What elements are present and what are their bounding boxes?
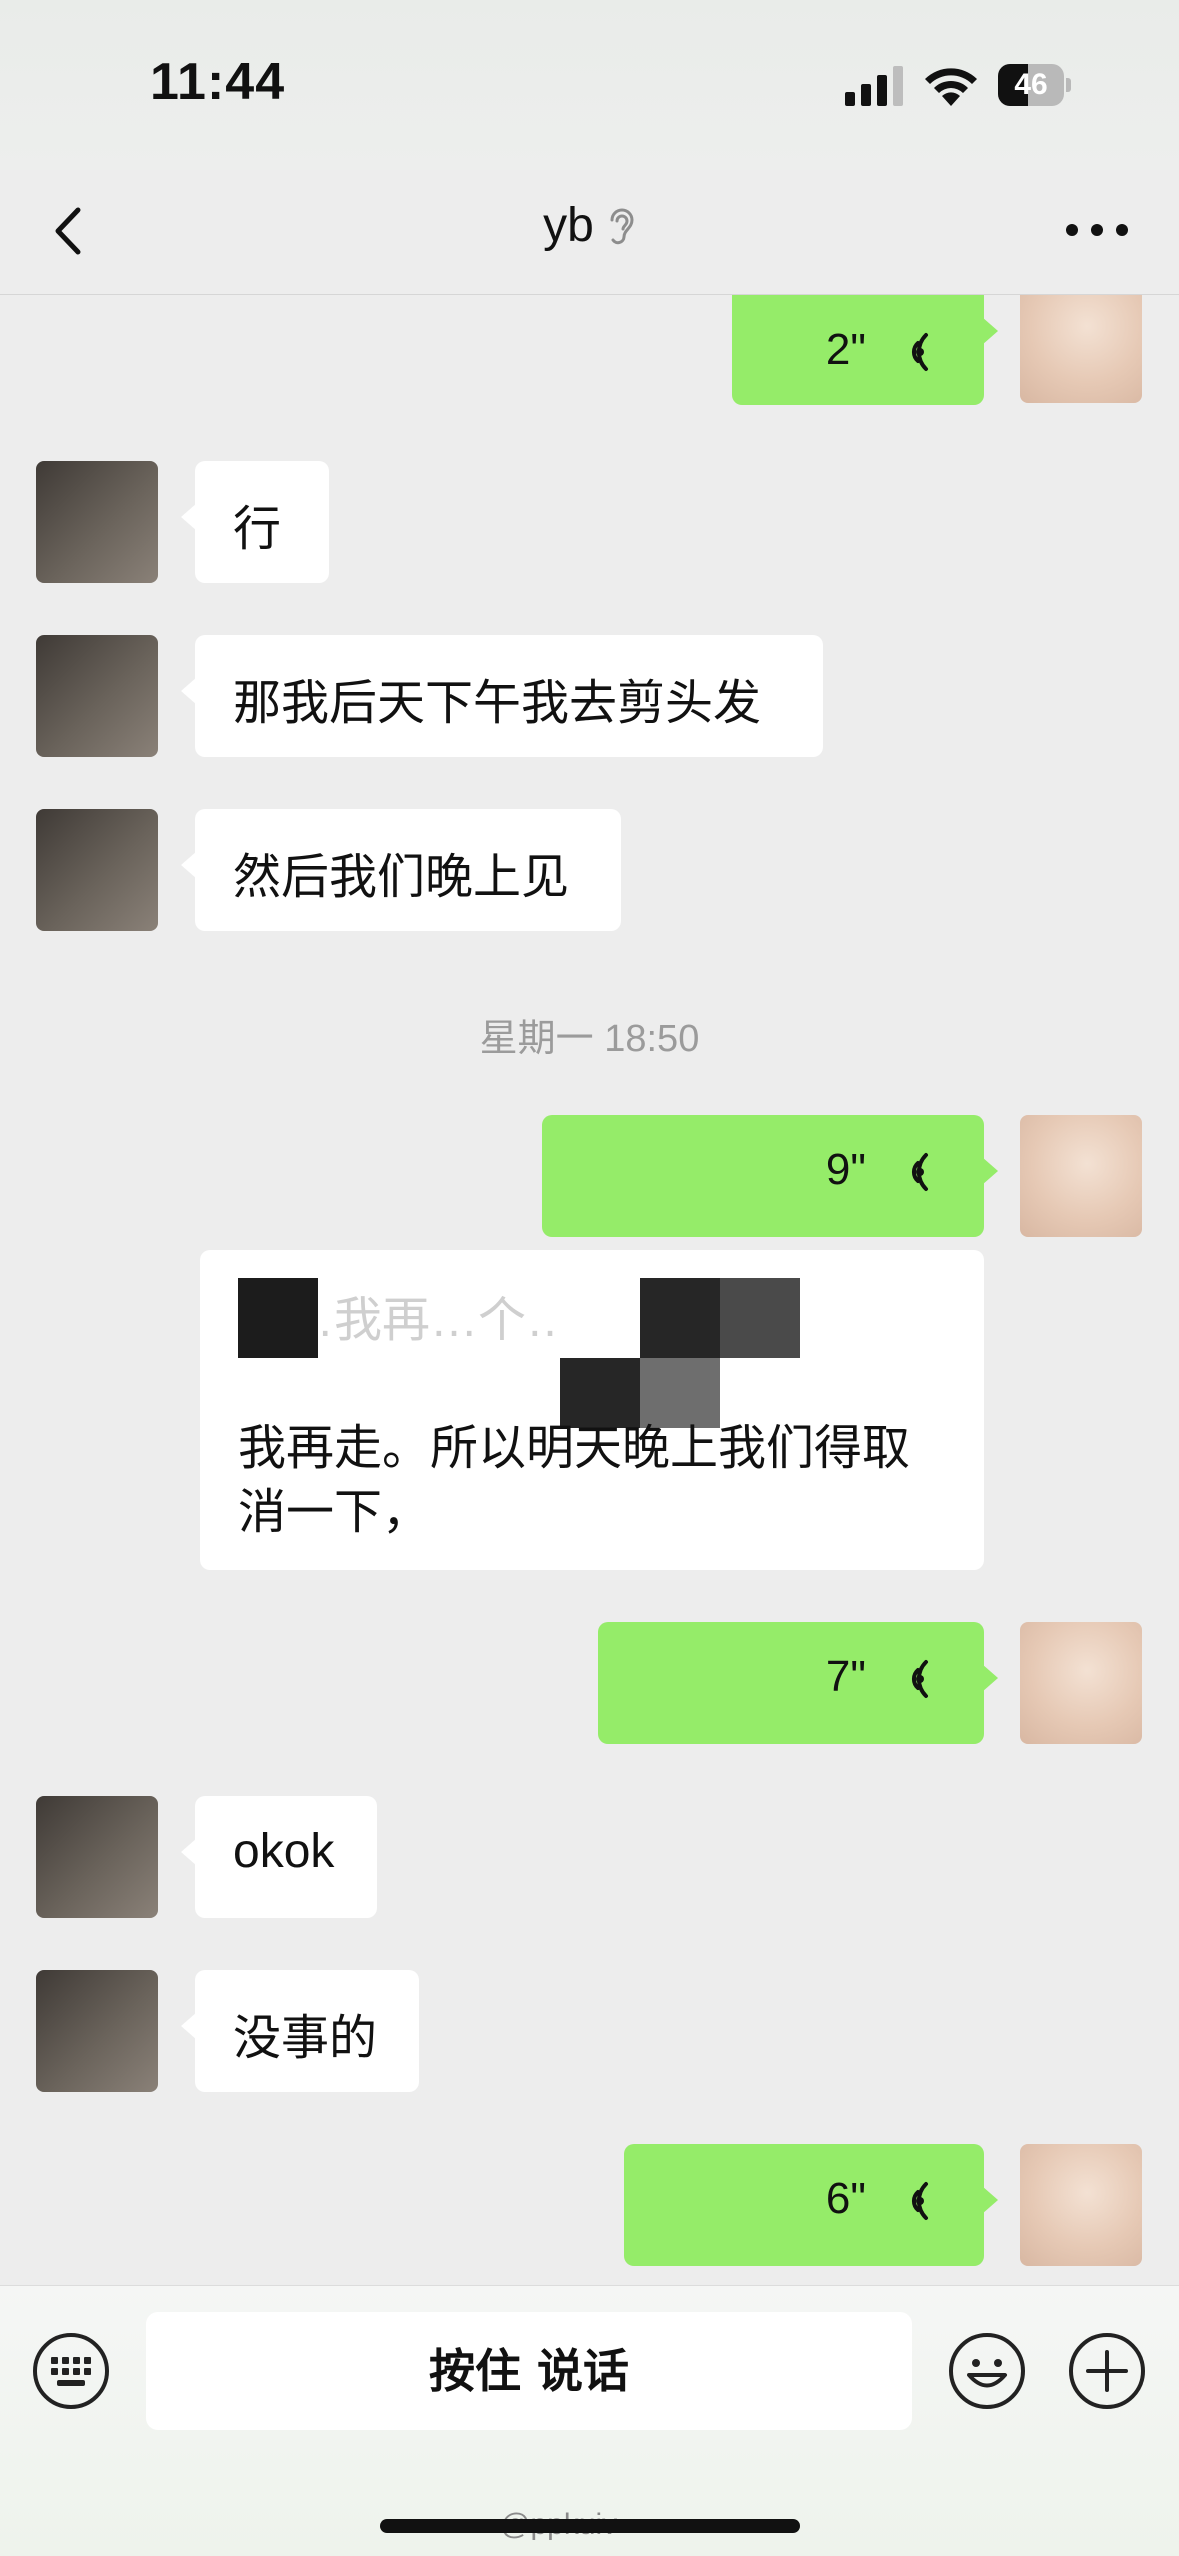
- battery-icon: 46: [998, 64, 1071, 106]
- contact-avatar[interactable]: [36, 635, 158, 757]
- text-message-bubble[interactable]: 然后我们晚上见: [181, 809, 621, 931]
- message-text: 行: [233, 503, 282, 556]
- emoji-button[interactable]: [948, 2332, 1026, 2410]
- message-text: 那我后天下午我去剪头发: [233, 677, 762, 730]
- voice-duration: 6": [825, 2174, 866, 2223]
- voice-message-bubble[interactable]: 2": [732, 295, 998, 405]
- voice-message-bubble[interactable]: 9": [542, 1115, 998, 1237]
- contact-avatar[interactable]: [36, 1796, 158, 1918]
- status-bar: 11:44 46: [0, 0, 1179, 170]
- contact-avatar[interactable]: [36, 809, 158, 931]
- message-text: 没事的: [233, 2012, 378, 2065]
- privacy-mosaic: [238, 1278, 318, 1358]
- voice-wave-icon: [911, 333, 928, 371]
- keyboard-toggle-button[interactable]: [32, 2332, 110, 2410]
- my-avatar[interactable]: [1020, 2144, 1142, 2266]
- contact-avatar[interactable]: [36, 461, 158, 583]
- text-message-bubble[interactable]: 那我后天下午我去剪头发: [181, 635, 823, 757]
- chat-screen: 11:44 46 yb 2" 行 那我后天下午我去剪头发 然后我们晚上见 星期一…: [0, 0, 1179, 2556]
- voice-wave-icon: [911, 1660, 928, 1698]
- voice-message-bubble[interactable]: 6": [624, 2144, 998, 2266]
- contact-name: yb: [543, 199, 594, 252]
- transcript-line-3: 消一下，: [238, 1486, 431, 1539]
- message-timestamp: 星期一 18:50: [479, 1018, 700, 1060]
- more-functions-button[interactable]: [1068, 2332, 1146, 2410]
- hold-to-talk-button[interactable]: 按住 说话: [146, 2312, 912, 2430]
- message-text: 然后我们晚上见: [233, 851, 570, 904]
- my-avatar[interactable]: [1020, 295, 1142, 403]
- wifi-icon: [925, 68, 977, 106]
- message-text: okok: [233, 1825, 335, 1878]
- blur-patch: [450, 1478, 670, 1558]
- voice-duration: 7": [825, 1652, 866, 1701]
- voice-message-bubble[interactable]: 7": [598, 1622, 998, 1744]
- voice-duration: 2": [825, 325, 866, 374]
- text-message-bubble[interactable]: 行: [181, 461, 329, 583]
- text-message-bubble[interactable]: okok: [181, 1796, 377, 1918]
- voice-wave-icon: [911, 2182, 928, 2220]
- status-time: 11:44: [150, 53, 286, 111]
- text-message-bubble[interactable]: 没事的: [181, 1970, 419, 2092]
- my-avatar[interactable]: [1020, 1115, 1142, 1237]
- voice-wave-icon: [911, 1153, 928, 1191]
- battery-percent: 46: [1014, 68, 1048, 101]
- nav-bar: yb: [0, 170, 1179, 295]
- my-avatar[interactable]: [1020, 1622, 1142, 1744]
- voice-transcript-bubble[interactable]: 明…我再…个… 我再走。所以明天晚上我们得取 消一下，: [200, 1250, 984, 1570]
- contact-avatar[interactable]: [36, 1970, 158, 2092]
- privacy-mosaic: [720, 1278, 800, 1358]
- ear-icon: [610, 208, 634, 244]
- voice-duration: 9": [825, 1145, 866, 1194]
- input-bar: 按住 说话 @ppkuiv: [0, 2285, 1179, 2556]
- privacy-mosaic: [560, 1278, 640, 1358]
- privacy-mosaic: [640, 1278, 720, 1358]
- transcript-line-2: 我再走。所以明天晚上我们得取: [238, 1422, 911, 1475]
- home-indicator[interactable]: [380, 2519, 800, 2533]
- chat-title: yb: [0, 198, 1179, 253]
- cellular-signal-icon: [845, 66, 903, 106]
- blur-patch: [800, 1290, 970, 1420]
- more-options-button[interactable]: [1060, 210, 1134, 250]
- message-list[interactable]: 2" 行 那我后天下午我去剪头发 然后我们晚上见 星期一 18:50 9" 明……: [0, 295, 1179, 2285]
